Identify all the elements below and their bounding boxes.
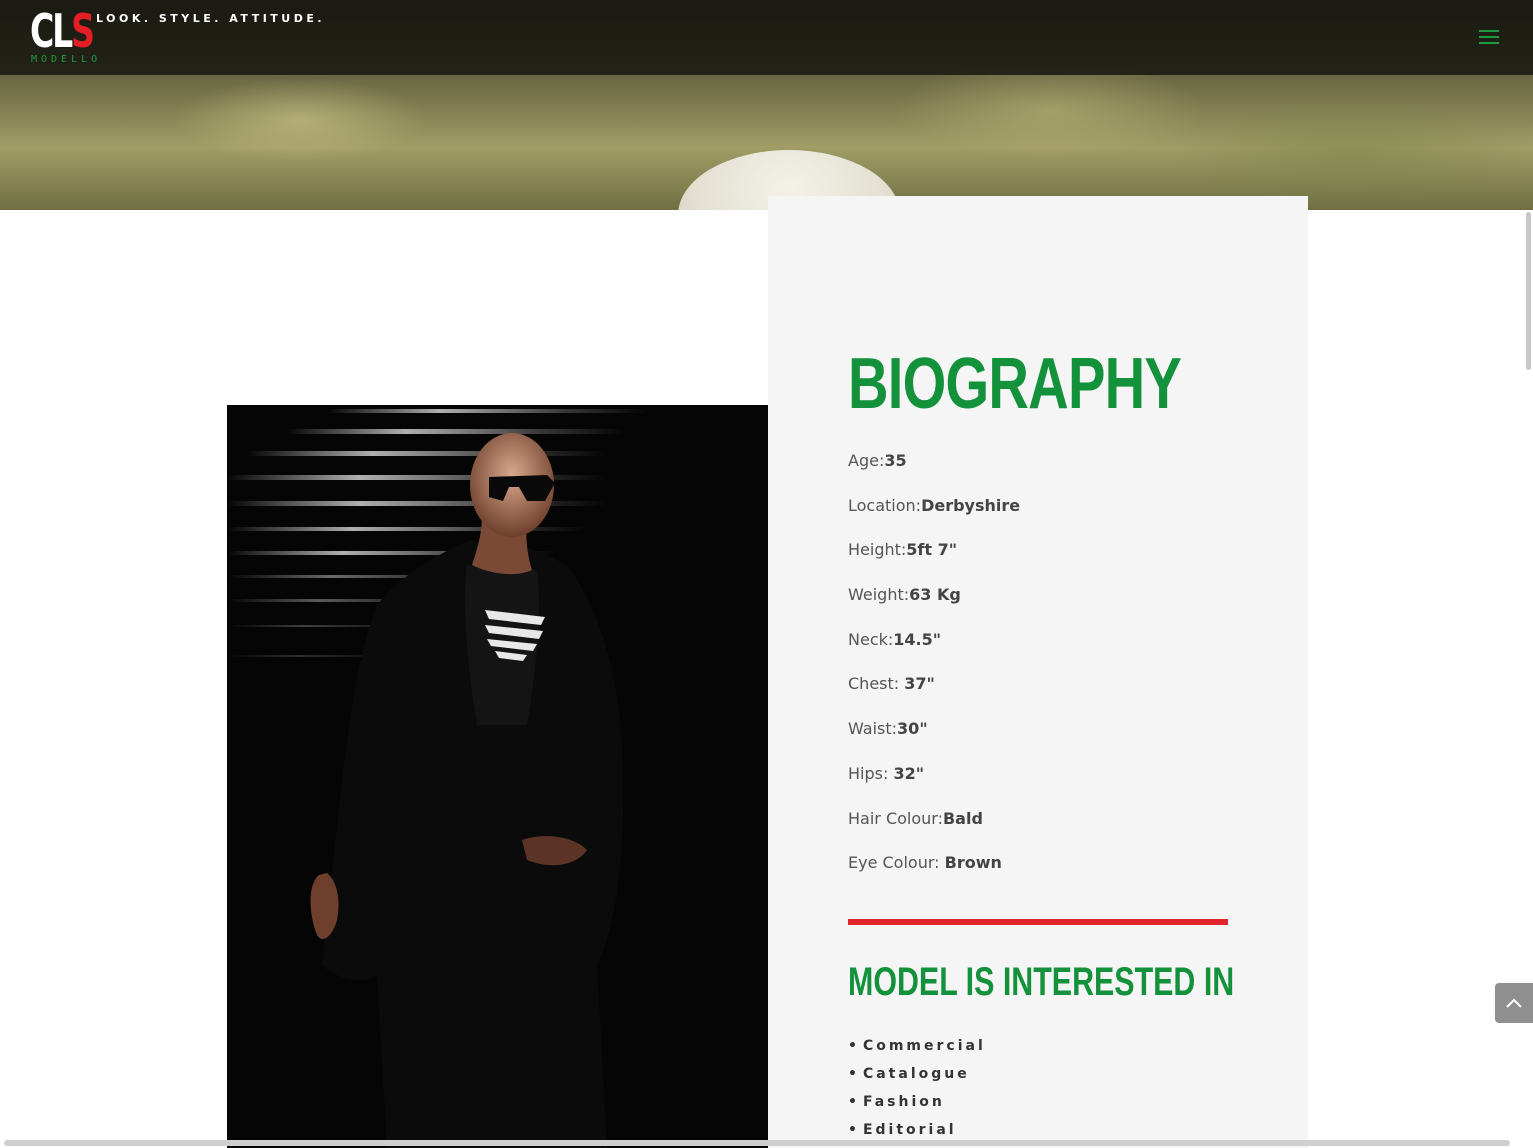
fact-value: Bald xyxy=(942,808,983,828)
fact-chest: Chest: 37" xyxy=(848,673,1020,718)
fact-value: 32" xyxy=(893,763,925,783)
biography-card: BIOGRAPHY Age:35 Location:Derbyshire Hei… xyxy=(768,196,1308,1148)
fact-label: Age: xyxy=(848,451,885,470)
site-tagline: LOOK. STYLE. ATTITUDE. xyxy=(96,12,326,25)
model-photo xyxy=(227,405,768,1148)
fact-age: Age:35 xyxy=(848,450,1020,495)
fact-label: Chest: xyxy=(848,674,905,694)
fact-eye-colour: Eye Colour: Brown xyxy=(848,852,1020,897)
fact-label: Hair Colour: xyxy=(848,808,943,828)
fact-height: Height:5ft 7" xyxy=(848,539,1020,584)
model-photo-illustration xyxy=(227,405,768,1148)
logo-letter-l: L xyxy=(52,4,73,58)
interest-item: Commercial xyxy=(848,1036,986,1064)
interests-list: Commercial Catalogue Fashion Editorial xyxy=(848,1036,986,1148)
fact-value: 5ft 7" xyxy=(906,540,958,560)
fact-value: 14.5" xyxy=(893,629,942,649)
fact-value: 63 Kg xyxy=(909,585,961,605)
fact-label: Neck: xyxy=(848,629,894,649)
horizontal-scrollbar[interactable] xyxy=(4,1140,1510,1146)
fact-label: Eye Colour: xyxy=(848,853,945,873)
biography-facts: Age:35 Location:Derbyshire Height:5ft 7"… xyxy=(848,450,1020,897)
interest-item: Catalogue xyxy=(848,1064,986,1092)
back-to-top-button[interactable] xyxy=(1495,983,1533,1023)
interest-item: Fashion xyxy=(848,1092,986,1120)
site-header: CLS MODELLO LOOK. STYLE. ATTITUDE. xyxy=(0,0,1533,75)
fact-label: Hips: xyxy=(848,763,894,783)
interests-title: MODEL IS INTERESTED IN xyxy=(848,960,1235,1004)
chevron-up-icon xyxy=(1506,998,1522,1008)
fact-value: 37" xyxy=(904,674,935,694)
fact-label: Weight: xyxy=(848,585,910,605)
fact-weight: Weight:63 Kg xyxy=(848,584,1020,629)
hamburger-line xyxy=(1479,36,1499,38)
fact-location: Location:Derbyshire xyxy=(848,495,1020,540)
fact-value: 30" xyxy=(897,719,928,739)
biography-title: BIOGRAPHY xyxy=(848,344,1182,424)
logo-subtitle: MODELLO xyxy=(31,54,102,65)
fact-value: 35 xyxy=(884,451,907,470)
section-divider xyxy=(848,919,1228,925)
fact-hips: Hips: 32" xyxy=(848,763,1020,808)
fact-label: Waist: xyxy=(848,719,898,739)
logo-letter-c: C xyxy=(30,4,54,58)
fact-hair-colour: Hair Colour:Bald xyxy=(848,808,1020,853)
fact-value: Derbyshire xyxy=(921,495,1021,515)
logo-mark: CLS xyxy=(30,8,95,54)
hamburger-line xyxy=(1479,30,1499,32)
fact-label: Location: xyxy=(848,495,922,515)
fact-label: Height: xyxy=(848,540,907,560)
hamburger-line xyxy=(1479,42,1499,44)
logo-letter-s: S xyxy=(71,4,95,58)
hamburger-icon[interactable] xyxy=(1479,30,1499,44)
fact-neck: Neck:14.5" xyxy=(848,629,1020,674)
fact-waist: Waist:30" xyxy=(848,718,1020,763)
fact-value: Brown xyxy=(944,853,1002,873)
vertical-scrollbar[interactable] xyxy=(1526,212,1531,370)
